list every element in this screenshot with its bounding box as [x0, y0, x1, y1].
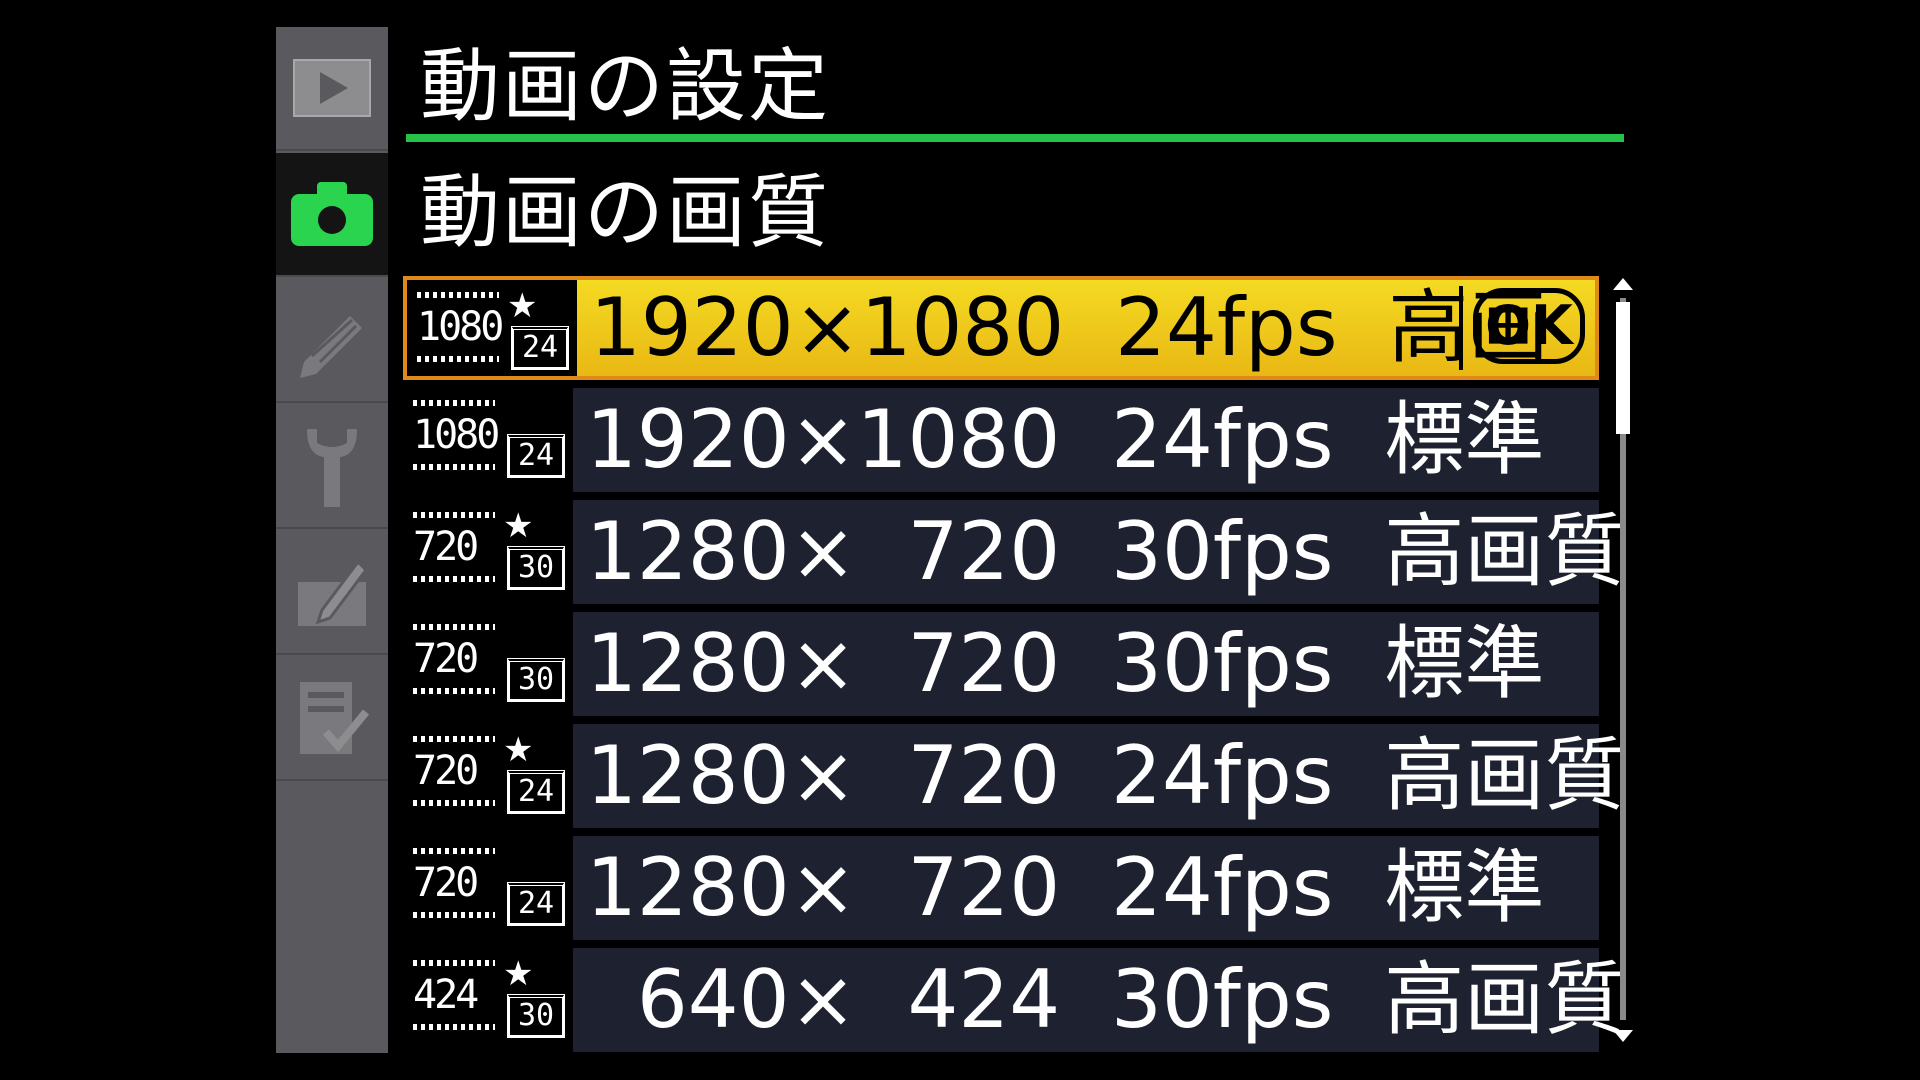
scroll-down-arrow-icon	[1613, 1030, 1633, 1042]
frame-size-icon-label: 720	[413, 736, 495, 806]
high-quality-star-icon: ★	[503, 954, 534, 994]
pencil-icon	[300, 316, 362, 378]
scroll-up-arrow-icon	[1613, 278, 1633, 290]
option-row[interactable]: 424 ★ 30 640× 424 30fps 高画質	[403, 948, 1624, 1052]
frame-size-icon-label: 720	[413, 848, 495, 918]
frame-size-icon-label: 1080	[413, 400, 500, 470]
tab-setup[interactable]	[276, 405, 388, 529]
option-label: 1920×1080 24fps 高画	[590, 281, 1549, 374]
my-menu-icon	[300, 682, 370, 754]
camera-icon	[291, 182, 373, 246]
frame-size-icon-label: 1080	[417, 292, 504, 362]
option-row[interactable]: 720 ★ 24 1280× 720 24fps 高画質	[403, 724, 1624, 828]
frame-rate-icon-label: 24	[507, 882, 565, 926]
frame-rate-icon-label: 30	[507, 994, 565, 1038]
wrench-icon	[307, 429, 357, 507]
tab-photo-shooting[interactable]	[276, 153, 388, 277]
frame-rate-icon-label: 24	[511, 326, 569, 370]
frame-rate-icon-label: 30	[507, 546, 565, 590]
tab-retouch[interactable]	[276, 531, 388, 655]
movie-quality-icon: 424 ★ 30	[403, 948, 573, 1052]
playback-icon	[293, 59, 371, 117]
scroll-thumb[interactable]	[1616, 302, 1630, 434]
option-label: 640× 424 30fps 高画質	[586, 953, 1625, 1046]
movie-quality-icon: 720 ★ 24	[403, 724, 573, 828]
frame-rate-icon-label: 30	[507, 658, 565, 702]
option-row[interactable]: 720 24 1280× 720 24fps 標準	[403, 836, 1599, 940]
frame-size-icon-label: 720	[413, 512, 495, 582]
movie-quality-option-list: 1080 ★ 24 1920×1080 24fps 高画 OK 1080 24 …	[403, 276, 1624, 1060]
movie-quality-icon: 720 24	[403, 836, 573, 940]
movie-quality-icon: 1080 ★ 24	[407, 280, 577, 376]
option-label: 1280× 720 30fps 高画質	[586, 505, 1625, 598]
option-row[interactable]: 1080 24 1920×1080 24fps 標準	[403, 388, 1599, 492]
option-label: 1280× 720 30fps 標準	[586, 617, 1545, 710]
tab-custom-settings[interactable]	[276, 279, 388, 403]
submenu-title: 動画の画質	[420, 166, 830, 259]
title-divider	[406, 134, 1624, 142]
ok-button-icon[interactable]: OK	[1473, 288, 1585, 364]
frame-rate-icon-label: 24	[507, 770, 565, 814]
tab-playback[interactable]	[276, 27, 388, 151]
high-quality-star-icon: ★	[507, 286, 538, 326]
ok-separator	[1459, 286, 1463, 370]
movie-quality-icon: 720 30	[403, 612, 573, 716]
frame-rate-icon-label: 24	[507, 434, 565, 478]
retouch-icon	[298, 559, 368, 626]
high-quality-star-icon: ★	[503, 506, 534, 546]
option-label: 1280× 720 24fps 標準	[586, 841, 1545, 934]
scrollbar[interactable]	[1612, 278, 1634, 1042]
frame-size-icon-label: 720	[413, 624, 495, 694]
movie-quality-icon: 1080 24	[403, 388, 573, 492]
high-quality-star-icon: ★	[503, 730, 534, 770]
camera-menu-screen: 動画の設定 動画の画質 1080 ★ 24 1920×1080 24fps 高画…	[0, 0, 1920, 1080]
option-label: 1920×1080 24fps 標準	[586, 393, 1545, 486]
option-row[interactable]: 1080 ★ 24 1920×1080 24fps 高画 OK	[403, 276, 1599, 380]
tab-my-menu[interactable]	[276, 657, 388, 781]
menu-title: 動画の設定	[420, 40, 830, 133]
option-row[interactable]: 720 30 1280× 720 30fps 標準	[403, 612, 1599, 716]
menu-tab-strip	[276, 27, 388, 1053]
option-label: 1280× 720 24fps 高画質	[586, 729, 1625, 822]
option-row[interactable]: 720 ★ 30 1280× 720 30fps 高画質	[403, 500, 1624, 604]
frame-size-icon-label: 424	[413, 960, 495, 1030]
movie-quality-icon: 720 ★ 30	[403, 500, 573, 604]
